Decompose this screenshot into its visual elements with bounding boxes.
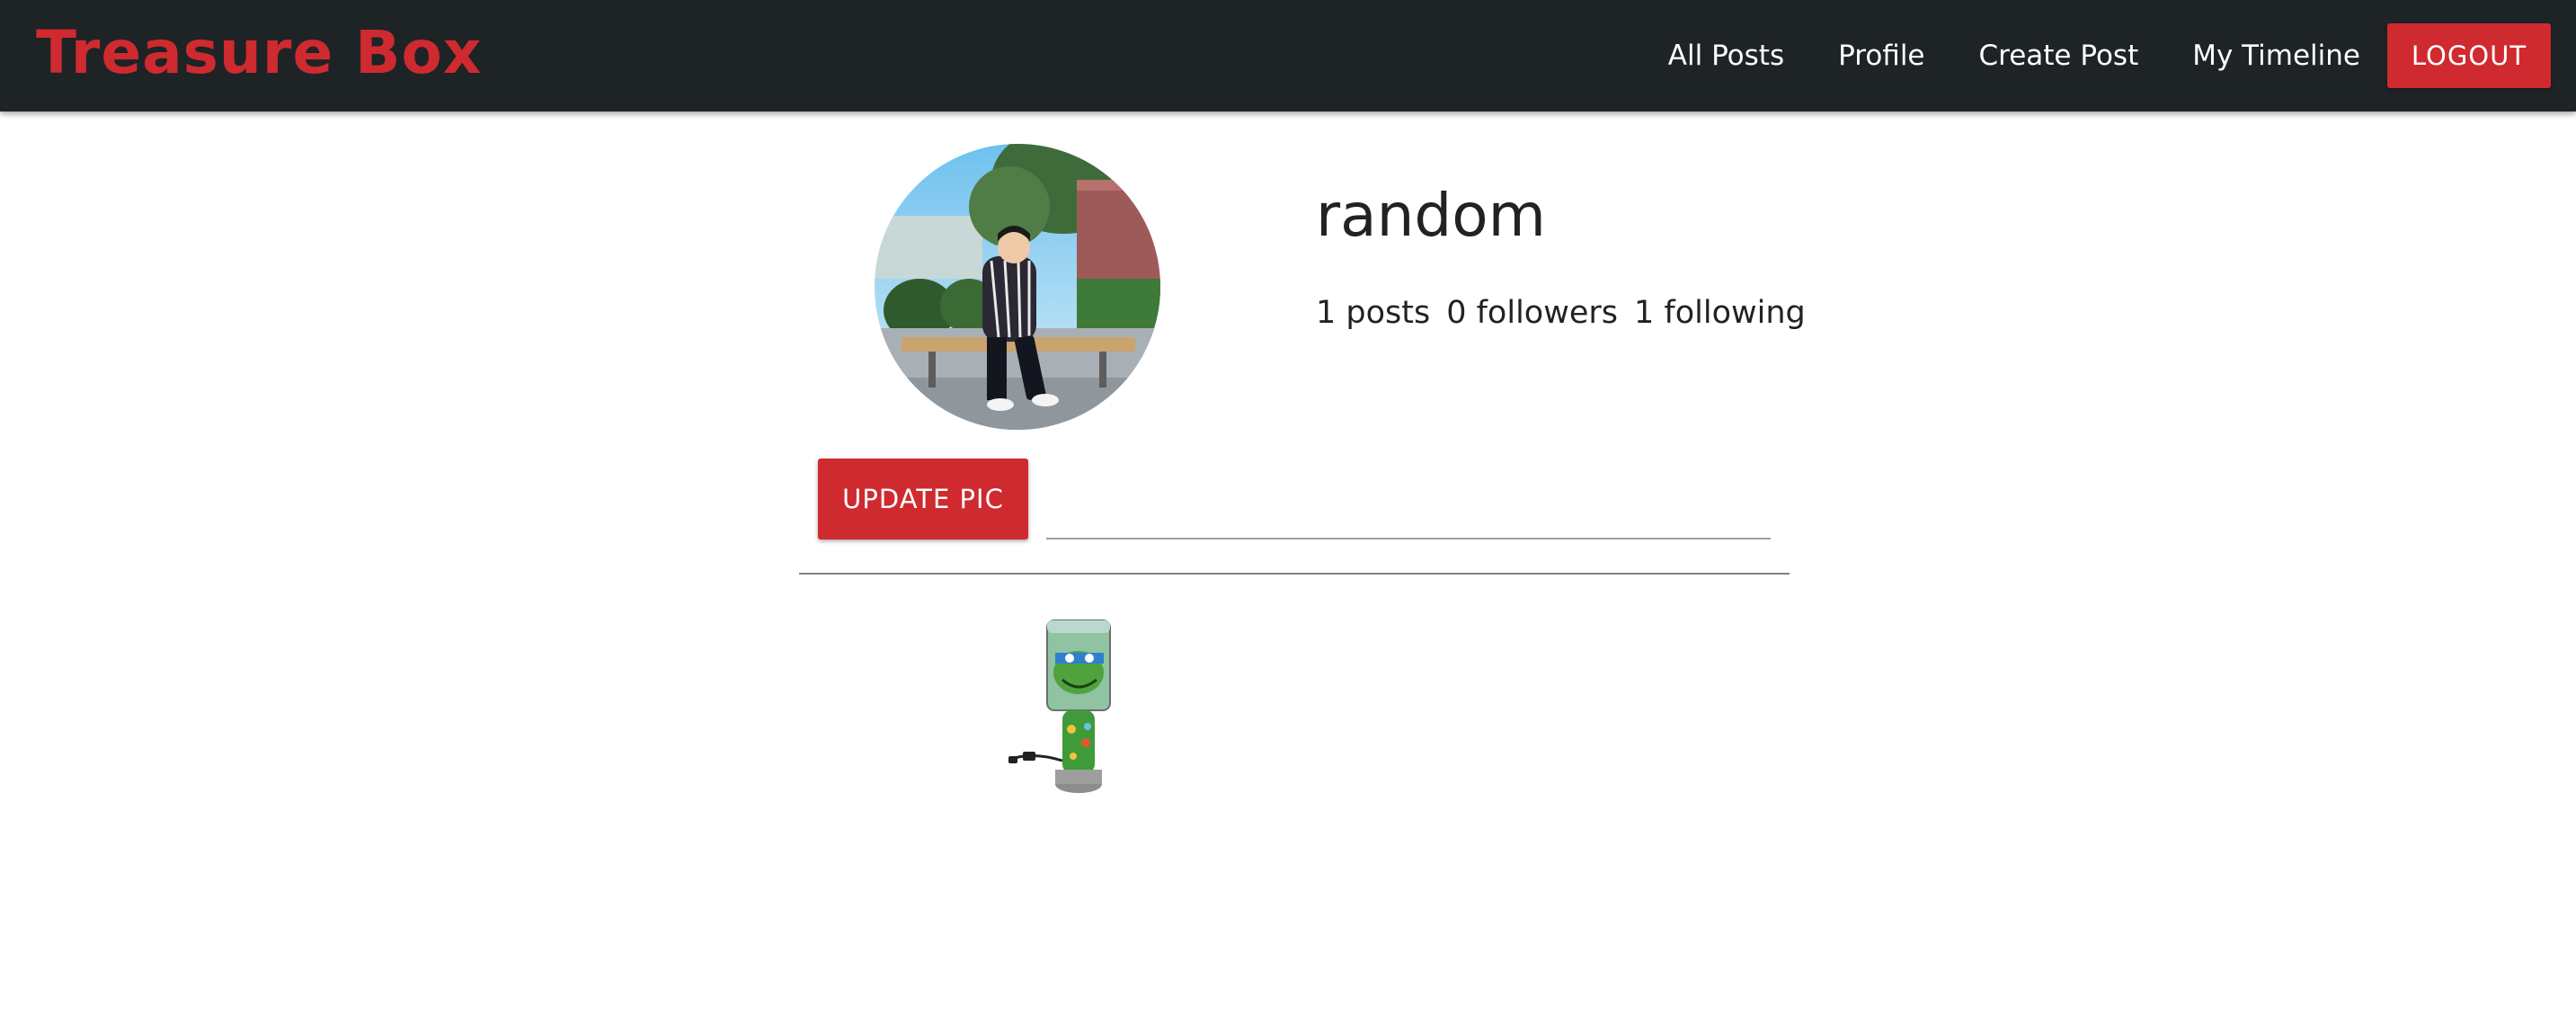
logout-button[interactable]: LOGOUT [2387,23,2551,88]
brand-logo[interactable]: Treasure Box [36,13,482,94]
nav-create-post[interactable]: Create Post [1979,40,2139,72]
navbar: Treasure Box All Posts Profile Create Po… [0,0,2576,111]
profile-username: random [1316,181,1546,250]
avatar-photo [875,144,1160,430]
update-pic-button[interactable]: UPDATE PIC [818,459,1028,539]
posts-count: 1 posts [1316,295,1431,331]
followers-count[interactable]: 0 followers [1446,295,1618,331]
profile-divider [799,573,1790,575]
following-count[interactable]: 1 following [1634,295,1806,331]
nav-profile[interactable]: Profile [1838,40,1924,72]
turtle-lamp-photo [1008,620,1111,793]
profile-avatar [875,144,1160,430]
nav-links: All Posts Profile Create Post My Timelin… [1668,22,2551,90]
nav-all-posts[interactable]: All Posts [1668,40,1784,72]
profile-stats: 1 posts 0 followers 1 following [1316,295,1822,331]
nav-my-timeline[interactable]: My Timeline [2192,40,2360,72]
gallery-item[interactable] [1007,617,1124,797]
file-path-input[interactable] [1046,486,1771,539]
